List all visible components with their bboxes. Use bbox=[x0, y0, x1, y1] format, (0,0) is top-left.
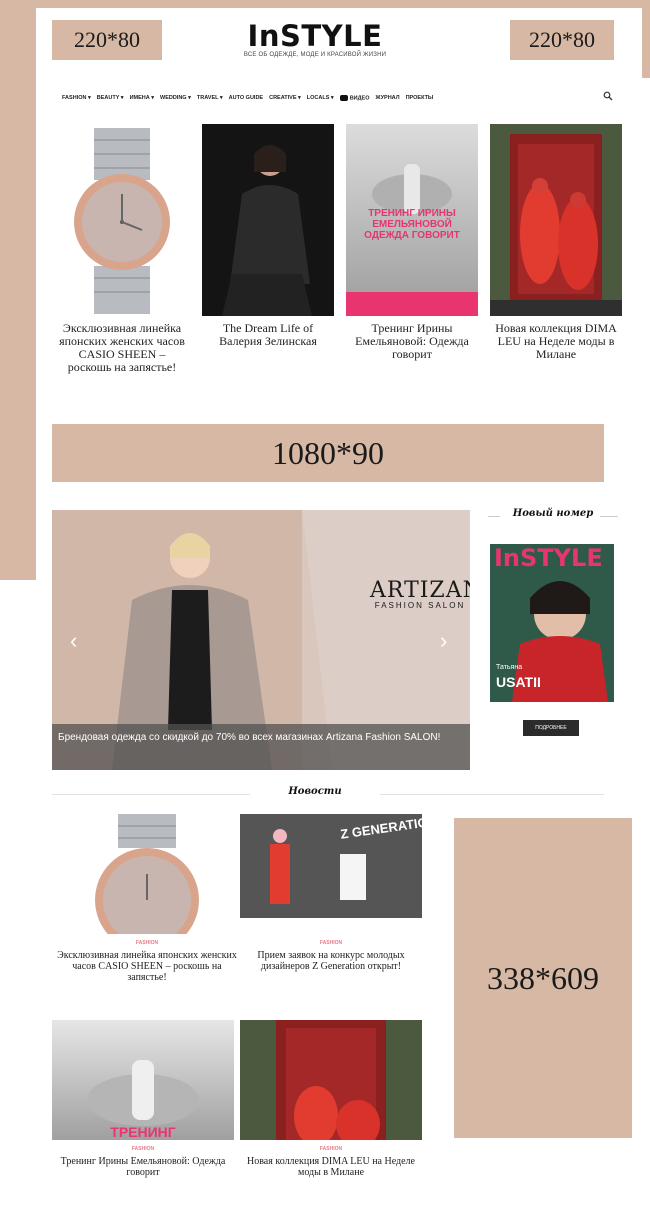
magazine-logo: InSTYLE bbox=[494, 544, 603, 572]
site-logo[interactable]: InSTYLE ВСЕ ОБ ОДЕЖДЕ, МОДЕ И КРАСИВОЙ Ж… bbox=[220, 20, 410, 58]
nav-item-auto-guide[interactable]: AUTO GUIDE bbox=[229, 95, 263, 101]
artizana-name: ARTIZANA bbox=[370, 578, 470, 603]
logo-tagline: ВСЕ ОБ ОДЕЖДЕ, МОДЕ И КРАСИВОЙ ЖИЗНИ bbox=[243, 52, 387, 58]
news-dima-leu-image bbox=[240, 1020, 422, 1140]
nav-item-beauty[interactable]: BEAUTY ▾ bbox=[97, 95, 124, 101]
news-title: Эксклюзивная линейка японских женских ча… bbox=[57, 950, 237, 983]
top-card-title: Эксклюзивная линейка японских женских ча… bbox=[59, 322, 185, 374]
middle-banner-ad[interactable]: 1080*90 bbox=[52, 424, 604, 482]
nav-item-creative[interactable]: CREATIVE ▾ bbox=[269, 95, 301, 101]
magazine-cover-small-name: Татьяна bbox=[496, 664, 523, 671]
header-ad-right-label: 220*80 bbox=[529, 27, 595, 52]
nav-item-travel[interactable]: TRAVEL ▾ bbox=[197, 95, 223, 101]
news-watch-image bbox=[56, 814, 238, 934]
ad-frame-left bbox=[0, 0, 36, 580]
dima-leu-photo bbox=[490, 124, 622, 316]
nav-item-video[interactable]: ВИДЕО bbox=[339, 94, 370, 102]
nav-item-locals[interactable]: LOCALS ▾ bbox=[307, 95, 334, 101]
news-category[interactable]: FASHION bbox=[240, 1146, 422, 1152]
slider-next-icon[interactable]: › bbox=[440, 628, 447, 654]
news-training-overlay: ТРЕНИНГ bbox=[110, 1124, 176, 1140]
side-ad-label: 338*609 bbox=[487, 959, 599, 996]
header-ad-right[interactable]: 220*80 bbox=[510, 20, 614, 60]
video-icon bbox=[339, 94, 348, 101]
sidebar-title: Новый номер bbox=[512, 508, 594, 519]
news-section-title: Новости bbox=[250, 786, 380, 797]
nav-item-projects[interactable]: ПРОЕКТЫ bbox=[406, 95, 434, 101]
news-z-generation-image: Z GENERATION bbox=[240, 814, 422, 934]
nav-item-magazine[interactable]: ЖУРНАЛ bbox=[376, 95, 400, 101]
slider-caption: Брендовая одежда со скидкой до 70% во вс… bbox=[52, 724, 470, 770]
search-icon[interactable] bbox=[603, 91, 613, 101]
middle-banner-ad-label: 1080*90 bbox=[272, 434, 384, 471]
ad-frame-top bbox=[0, 0, 650, 8]
artizana-brand: ARTIZANA FASHION SALON bbox=[370, 578, 470, 610]
magazine-cover[interactable]: InSTYLE Татьяна USATII bbox=[490, 544, 614, 702]
logo-wordmark: InSTYLE bbox=[247, 19, 383, 53]
top-card-title: The Dream Life of Валерия Зелинская bbox=[219, 321, 317, 348]
news-title: Тренинг Ирины Емельяновой: Одежда говори… bbox=[60, 1156, 226, 1178]
header-ad-left-label: 220*80 bbox=[74, 27, 140, 52]
artizana-sub: FASHION SALON bbox=[374, 601, 466, 610]
news-category[interactable]: FASHION bbox=[52, 1146, 234, 1152]
ad-frame-right bbox=[642, 0, 650, 78]
top-card-title: Новая коллекция DIMA LEU на Неделе моды … bbox=[495, 321, 617, 361]
news-category[interactable]: FASHION bbox=[56, 940, 238, 946]
slider-prev-icon[interactable]: ‹ bbox=[70, 628, 77, 654]
valeria-photo bbox=[202, 124, 334, 316]
nav-item-video-label: ВИДЕО bbox=[349, 95, 370, 102]
news-training-image: ТРЕНИНГ bbox=[52, 1020, 234, 1140]
magazine-more-button[interactable]: ПОДРОБНЕЕ bbox=[523, 720, 579, 736]
magazine-cover-name: USATII bbox=[496, 674, 541, 690]
training-poster: ТРЕНИНГ ИРИНЫ ЕМЕЛЬЯНОВОЙ ОДЕЖДА ГОВОРИТ bbox=[346, 124, 478, 316]
header-ad-left[interactable]: 220*80 bbox=[52, 20, 162, 60]
training-poster-overlay: ТРЕНИНГ ИРИНЫ ЕМЕЛЬЯНОВОЙ ОДЕЖДА ГОВОРИТ bbox=[364, 208, 460, 241]
news-category[interactable]: FASHION bbox=[240, 940, 422, 946]
news-title: Новая коллекция DIMA LEU на Неделе моды … bbox=[247, 1156, 415, 1178]
side-ad[interactable]: 338*609 bbox=[454, 818, 632, 1138]
top-card-title: Тренинг Ирины Емельяновой: Одежда говори… bbox=[355, 321, 469, 361]
nav-item-names[interactable]: ИМЕНА ▾ bbox=[130, 95, 154, 101]
hero-slider[interactable]: ARTIZANA FASHION SALON ‹ › Брендовая оде… bbox=[52, 510, 470, 770]
nav-item-wedding[interactable]: WEDDING ▾ bbox=[160, 95, 191, 101]
nav-item-fashion[interactable]: FASHION ▾ bbox=[62, 95, 91, 101]
main-nav: FASHION ▾ BEAUTY ▾ ИМЕНА ▾ WEDDING ▾ TRA… bbox=[62, 92, 614, 104]
watch-image bbox=[56, 124, 188, 316]
news-title: Прием заявок на конкурс молодых дизайнер… bbox=[257, 950, 405, 972]
